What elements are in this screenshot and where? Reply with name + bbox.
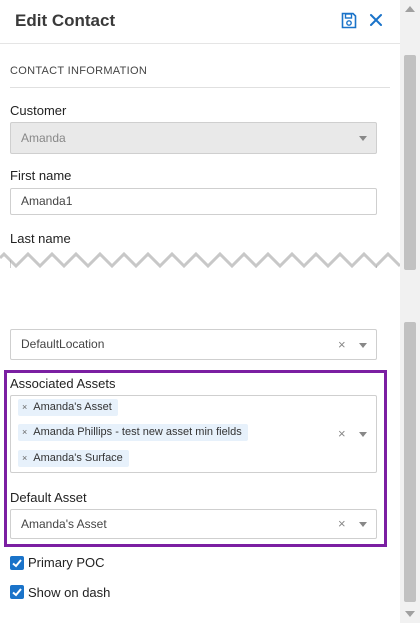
clear-icon[interactable]: × (338, 330, 346, 359)
chevron-down-icon[interactable] (359, 343, 367, 348)
section-divider (10, 87, 390, 88)
remove-tag-icon[interactable]: × (22, 402, 27, 412)
dialog-header: Edit Contact (0, 0, 400, 44)
remove-tag-icon[interactable]: × (22, 427, 27, 437)
section-title: CONTACT INFORMATION (10, 65, 148, 77)
show-on-dash-checkbox[interactable] (10, 585, 24, 599)
checkmark-icon (12, 559, 22, 568)
scrollbar-thumb[interactable] (404, 55, 416, 270)
chevron-down-icon[interactable] (359, 432, 367, 437)
clear-icon[interactable]: × (338, 510, 346, 538)
location-select[interactable]: DefaultLocation × (10, 329, 377, 360)
checkmark-icon (12, 588, 22, 597)
chevron-down-icon (359, 136, 367, 141)
show-on-dash-label[interactable]: Show on dash (28, 585, 110, 600)
chevron-down-icon[interactable] (359, 522, 367, 527)
dialog-title: Edit Contact (15, 11, 116, 30)
customer-label: Customer (10, 103, 67, 118)
scroll-down-arrow-icon[interactable] (405, 611, 415, 617)
associated-assets-label: Associated Assets (10, 376, 116, 391)
close-icon[interactable] (368, 11, 384, 29)
default-asset-select[interactable]: Amanda's Asset × (10, 509, 377, 539)
primary-poc-label[interactable]: Primary POC (28, 555, 105, 570)
first-name-value: Amanda1 (21, 194, 73, 208)
location-value: DefaultLocation (21, 337, 105, 351)
scroll-up-arrow-icon[interactable] (405, 6, 415, 12)
asset-tag[interactable]: × Amanda Phillips - test new asset min fi… (18, 424, 248, 441)
first-name-input[interactable]: Amanda1 (10, 188, 377, 215)
torn-edge (0, 248, 400, 308)
default-asset-label: Default Asset (10, 490, 87, 505)
remove-tag-icon[interactable]: × (22, 453, 27, 463)
asset-tag[interactable]: × Amanda's Asset (18, 399, 118, 416)
customer-select[interactable]: Amanda (10, 122, 377, 154)
scrollbar-thumb-lower[interactable] (404, 322, 416, 602)
primary-poc-checkbox[interactable] (10, 556, 24, 570)
last-name-label: Last name (10, 231, 71, 246)
asset-tag[interactable]: × Amanda's Surface (18, 450, 129, 467)
clear-icon[interactable]: × (338, 421, 346, 446)
customer-value: Amanda (21, 131, 66, 145)
first-name-label: First name (10, 168, 72, 183)
save-icon[interactable] (341, 12, 357, 29)
default-asset-value: Amanda's Asset (21, 517, 107, 531)
